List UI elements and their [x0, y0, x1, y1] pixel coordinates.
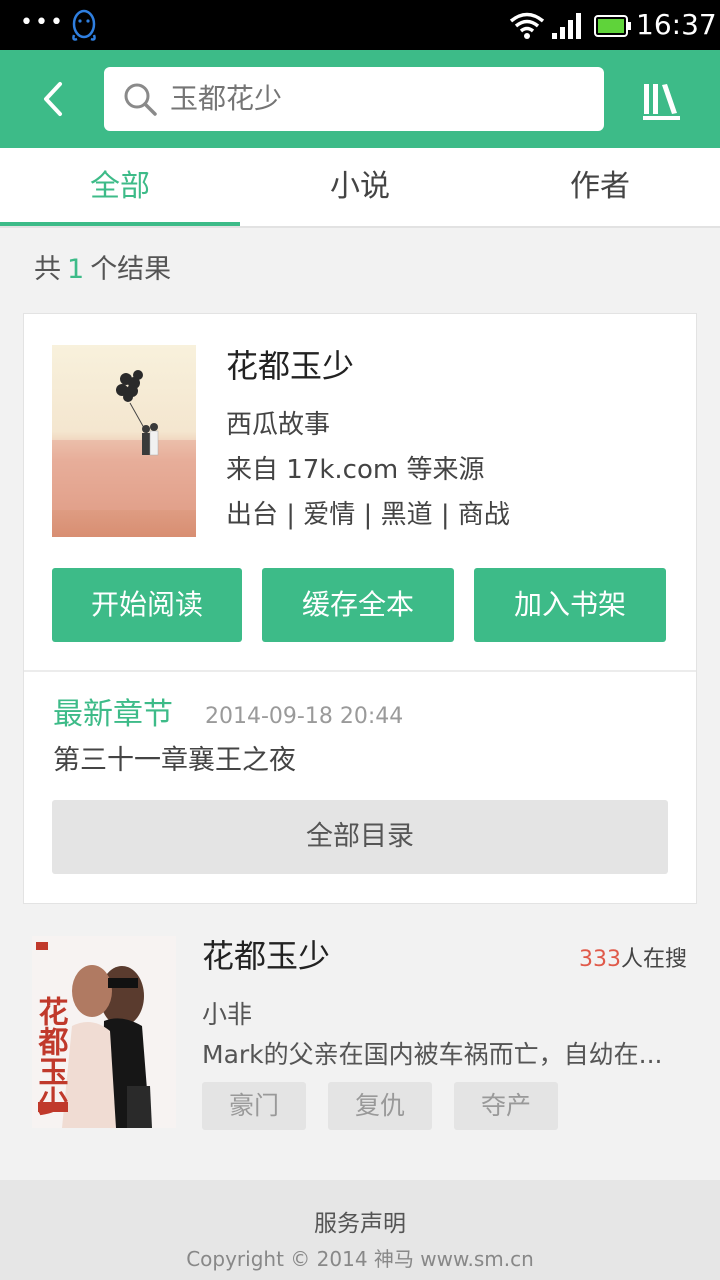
cache-all-button[interactable]: 缓存全本: [262, 568, 454, 642]
search-heat-suffix: 人在搜: [620, 947, 687, 972]
footer: 服务声明 Copyright © 2014 神马 www.sm.cn: [0, 1180, 720, 1280]
active-tab-indicator: [0, 222, 240, 226]
table-of-contents-button[interactable]: 全部目录: [52, 800, 668, 874]
search-heat-count: 333: [578, 947, 621, 972]
copyright-text: Copyright © 2014 神马 www.sm.cn: [186, 1247, 534, 1271]
latest-chapter-time: 2014-09-18 20:44: [205, 704, 404, 729]
tag-chip[interactable]: 豪门: [202, 1082, 306, 1130]
book-title[interactable]: 花都玉少: [202, 936, 330, 976]
main-result-card: 花都玉少 西瓜故事 来自 17k.com 等来源 出台 | 爱情 | 黑道 | …: [23, 313, 697, 904]
search-heat: 333人在搜: [579, 944, 687, 976]
tab-all[interactable]: 全部: [0, 148, 240, 226]
battery-icon: [594, 15, 631, 37]
result-count-prefix: 共: [34, 254, 61, 285]
divider: [24, 670, 696, 672]
cover-title-text: 花都玉少: [33, 996, 70, 1116]
result-list-item[interactable]: 花都玉少 花都玉少 333人在搜 小非 Mark的父亲在国内被车祸而亡，自幼在.…: [0, 910, 720, 1150]
tab-novel[interactable]: 小说: [240, 148, 480, 226]
service-statement-link[interactable]: 服务声明: [0, 1208, 720, 1240]
back-button[interactable]: [30, 74, 80, 124]
app-header: [0, 50, 720, 148]
wifi-icon: [509, 12, 545, 39]
book-title[interactable]: 花都玉少: [226, 346, 354, 386]
search-icon: [124, 83, 157, 116]
latest-chapter-title[interactable]: 第三十一章襄王之夜: [53, 742, 296, 780]
latest-chapter-label: 最新章节: [53, 697, 173, 732]
status-bar: ••• 16:37: [0, 0, 720, 50]
book-tags: 出台 | 爱情 | 黑道 | 商战: [226, 500, 510, 530]
signal-icon: [552, 13, 581, 39]
tag-chip[interactable]: 复仇: [328, 1082, 432, 1130]
book-cover[interactable]: [52, 345, 196, 537]
add-to-shelf-button[interactable]: 加入书架: [474, 568, 666, 642]
result-count: 共 1 个结果: [34, 252, 171, 288]
clock: 16:37: [636, 8, 717, 41]
book-source: 来自 17k.com 等来源: [226, 455, 485, 485]
book-description: Mark的父亲在国内被车祸而亡，自幼在...: [202, 1040, 663, 1069]
qq-icon: [72, 9, 96, 41]
tab-bar: 全部 小说 作者: [0, 148, 720, 228]
book-author: 小非: [202, 1000, 253, 1029]
start-reading-button[interactable]: 开始阅读: [52, 568, 242, 642]
bookshelf-icon[interactable]: [640, 78, 684, 122]
tag-chip[interactable]: 夺产: [454, 1082, 558, 1130]
search-box[interactable]: [104, 67, 604, 131]
result-count-number: 1: [67, 254, 85, 285]
notification-dots: •••: [20, 10, 65, 35]
book-author: 西瓜故事: [226, 410, 331, 440]
search-input[interactable]: [170, 67, 590, 131]
result-count-suffix: 个结果: [90, 254, 172, 285]
tab-author[interactable]: 作者: [480, 148, 720, 226]
book-cover[interactable]: 花都玉少: [32, 936, 176, 1128]
